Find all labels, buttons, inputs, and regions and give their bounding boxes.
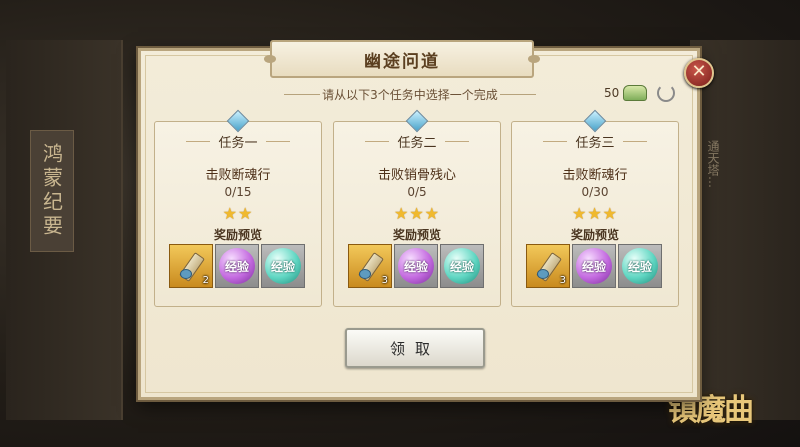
task-target: 击败销骨残心: [377, 168, 456, 183]
reward-slot-exp-cyan[interactable]: 经验: [261, 244, 305, 288]
currency-amount: 50: [604, 86, 620, 100]
background-side-text: 通天塔…: [706, 140, 720, 188]
item-count: 3: [381, 275, 388, 286]
reward-preview-label: 奖励预览: [213, 228, 262, 242]
dialog-title: 幽途问道: [264, 40, 540, 78]
reward-slot-exp-cyan[interactable]: 经验: [618, 244, 662, 288]
task-card-2[interactable]: 任务二 击败销骨残心 0/5 ★★★ 奖励预览 3 经验 经验: [333, 109, 501, 307]
reward-slots: 3 经验 经验: [526, 244, 666, 288]
task-label: 任务一: [155, 130, 321, 152]
reward-slot-exp-cyan[interactable]: 经验: [440, 244, 484, 288]
task-label: 任务三: [512, 130, 678, 152]
star-rating: ★★★: [393, 204, 441, 223]
exp-orb: 经验: [265, 248, 301, 284]
task-card-1[interactable]: 任务一 击败断魂行 0/15 ★★ 奖励预览 2 经验 经验: [154, 109, 322, 307]
reward-preview-label: 奖励预览: [570, 228, 619, 242]
instruction-row: 请从以下3个任务中选择一个完成: [284, 84, 536, 104]
scroll-icon: [357, 251, 383, 281]
scroll-icon: [178, 251, 204, 281]
exp-orb: 经验: [398, 248, 434, 284]
currency-display: 50: [604, 82, 676, 104]
item-count: 2: [202, 275, 209, 286]
ingot-icon: [623, 85, 648, 101]
refresh-icon[interactable]: [657, 84, 676, 102]
divider-left: [284, 94, 320, 95]
star-rating: ★★★: [571, 204, 619, 223]
claim-button[interactable]: 领取: [345, 328, 485, 368]
scroll-icon: [535, 251, 561, 281]
divider-right: [500, 94, 536, 95]
background-side-title: 鸿蒙纪要: [30, 130, 74, 252]
item-count: 3: [559, 275, 566, 286]
task-card-3[interactable]: 任务三 击败断魂行 0/30 ★★★ 奖励预览 3 经验 经验: [511, 109, 679, 307]
reward-slot-exp-purple[interactable]: 经验: [215, 244, 259, 288]
task-label: 任务二: [334, 130, 500, 152]
task-target: 击败断魂行: [562, 168, 628, 183]
reward-slot-item[interactable]: 2: [169, 244, 213, 288]
close-button[interactable]: ✕: [684, 58, 714, 88]
reward-preview-label: 奖励预览: [392, 228, 441, 242]
exp-orb: 经验: [219, 248, 255, 284]
star-rating: ★★: [222, 204, 254, 223]
exp-orb: 经验: [622, 248, 658, 284]
task-progress: 0/30: [581, 185, 609, 199]
reward-slot-item[interactable]: 3: [348, 244, 392, 288]
task-progress: 0/5: [407, 185, 427, 199]
reward-slot-exp-purple[interactable]: 经验: [572, 244, 616, 288]
reward-slots: 3 经验 经验: [348, 244, 488, 288]
exp-orb: 经验: [444, 248, 480, 284]
task-target: 击败断魂行: [205, 168, 271, 183]
reward-slot-item[interactable]: 3: [526, 244, 570, 288]
instruction-text: 请从以下3个任务中选择一个完成: [322, 87, 498, 102]
exp-orb: 经验: [576, 248, 612, 284]
reward-slot-exp-purple[interactable]: 经验: [394, 244, 438, 288]
close-icon: ✕: [691, 61, 707, 82]
task-progress: 0/15: [224, 185, 252, 199]
reward-slots: 2 经验 经验: [169, 244, 309, 288]
